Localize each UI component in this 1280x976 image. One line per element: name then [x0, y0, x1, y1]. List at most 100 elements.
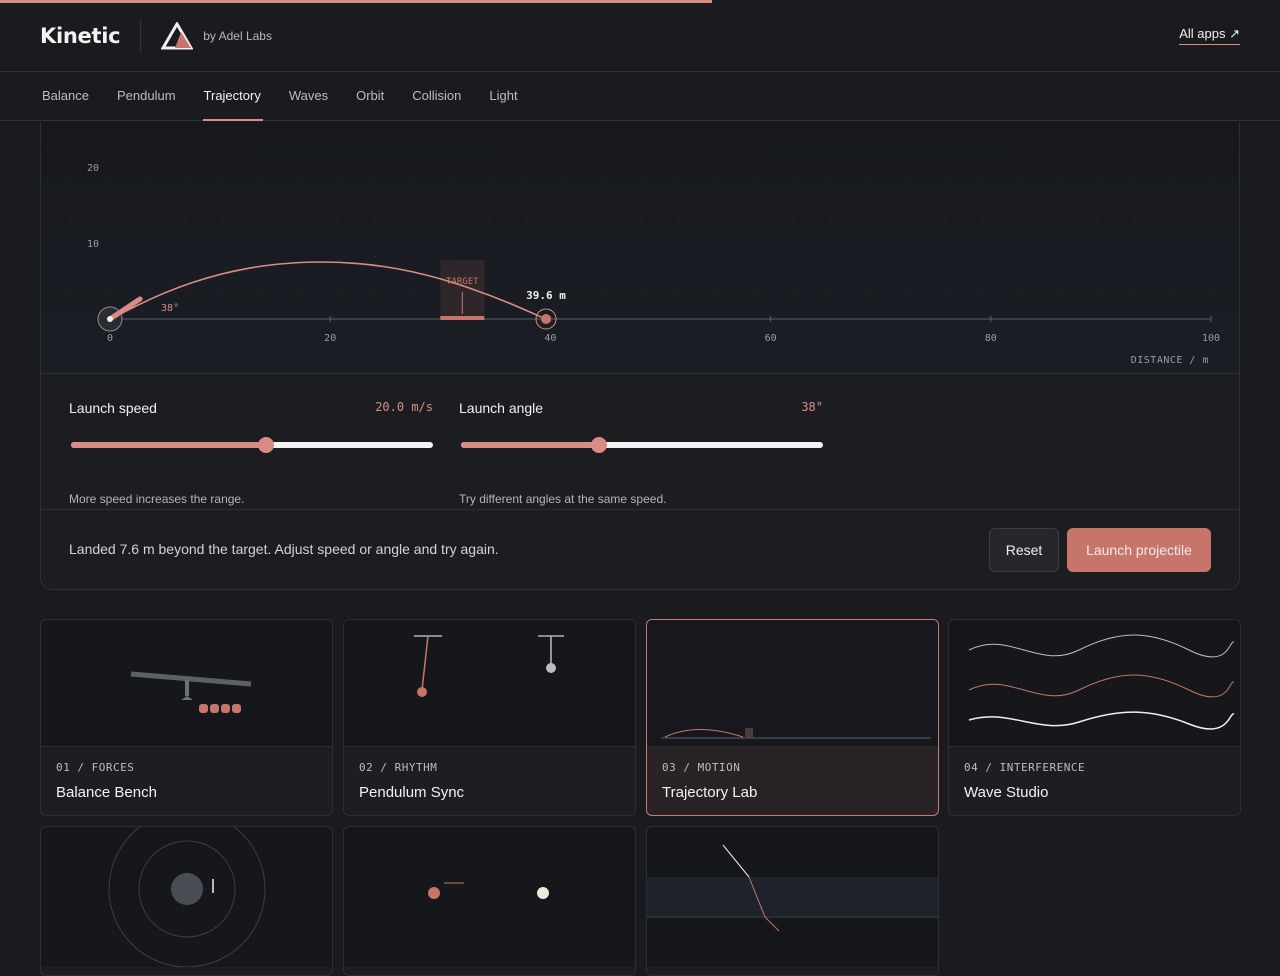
- app-card-trajectory-lab[interactable]: 03 / MOTION Trajectory Lab: [646, 619, 939, 816]
- app-card-wave-studio[interactable]: 04 / INTERFERENCE Wave Studio: [948, 619, 1241, 816]
- grid-dot: [716, 141, 718, 143]
- app-card-pendulum-sync[interactable]: 02 / RHYTHM Pendulum Sync: [343, 619, 636, 816]
- launch-projectile-button[interactable]: Launch projectile: [1067, 528, 1211, 572]
- grid-dot: [716, 293, 718, 295]
- tab-pendulum[interactable]: Pendulum: [117, 73, 176, 121]
- y-tick-label: 20: [87, 163, 99, 174]
- grid-dot: [678, 141, 680, 143]
- grid-dot: [640, 217, 642, 219]
- grid-dot: [146, 255, 148, 257]
- tab-balance[interactable]: Balance: [42, 73, 89, 121]
- reset-button[interactable]: Reset: [989, 528, 1059, 572]
- grid-dot: [260, 141, 262, 143]
- grid-dot: [374, 255, 376, 257]
- grid-dot: [70, 141, 72, 143]
- grid-dot: [108, 293, 110, 295]
- speed-value: 20.0 m/s: [375, 400, 433, 414]
- grid-dot: [754, 331, 756, 333]
- grid-dot: [70, 331, 72, 333]
- angle-value: 38°: [801, 400, 823, 414]
- app-meta: 03 / MOTION: [662, 761, 741, 774]
- tab-light[interactable]: Light: [489, 73, 517, 121]
- grid-dot: [412, 293, 414, 295]
- grid-dot: [716, 331, 718, 333]
- grid-dot: [1172, 141, 1174, 143]
- grid-dot: [1210, 255, 1212, 257]
- tab-waves[interactable]: Waves: [289, 73, 328, 121]
- grid-dot: [184, 179, 186, 181]
- grid-dot: [602, 293, 604, 295]
- grid-dot: [1058, 255, 1060, 257]
- grid-dot: [260, 255, 262, 257]
- grid-dot: [678, 255, 680, 257]
- grid-dot: [374, 293, 376, 295]
- app-title: Balance Bench: [56, 784, 157, 801]
- grid-dot: [374, 217, 376, 219]
- grid-dot: [298, 255, 300, 257]
- angle-slider[interactable]: [461, 437, 823, 453]
- x-axis-label: DISTANCE / m: [1131, 355, 1209, 366]
- app-card-light-preview[interactable]: [646, 826, 939, 976]
- grid-dot: [564, 331, 566, 333]
- grid-dot: [906, 141, 908, 143]
- grid-dot: [1020, 255, 1022, 257]
- grid-dot: [146, 331, 148, 333]
- tab-trajectory[interactable]: Trajectory: [202, 73, 264, 121]
- grid-dot: [298, 141, 300, 143]
- brand-logo[interactable]: Kinetic: [40, 24, 121, 48]
- grid-dot: [906, 293, 908, 295]
- grid-dot: [336, 293, 338, 295]
- grid-dot: [944, 331, 946, 333]
- trajectory-lab-preview: [647, 620, 938, 747]
- app-meta: 02 / RHYTHM: [359, 761, 438, 774]
- all-apps-link[interactable]: All apps ↗: [1179, 26, 1240, 45]
- grid-dot: [374, 331, 376, 333]
- landing-distance-label: 39.6 m: [526, 289, 566, 302]
- app-title: Pendulum Sync: [359, 784, 465, 801]
- grid-dot: [792, 293, 794, 295]
- grid-dot: [868, 331, 870, 333]
- speed-slider-thumb[interactable]: [258, 437, 275, 453]
- app-card-orbit-preview[interactable]: [40, 826, 333, 976]
- app-title: Wave Studio: [964, 784, 1049, 801]
- grid-dot: [1096, 141, 1098, 143]
- app-card-balance-bench[interactable]: 01 / FORCES Balance Bench: [40, 619, 333, 816]
- grid-dot: [70, 179, 72, 181]
- grid-dot: [830, 217, 832, 219]
- tab-orbit[interactable]: Orbit: [356, 73, 384, 121]
- grid-dot: [1020, 141, 1022, 143]
- grid-dot: [184, 217, 186, 219]
- tab-collision[interactable]: Collision: [412, 73, 461, 121]
- grid-dot: [830, 141, 832, 143]
- app-card-collision-preview[interactable]: [343, 826, 636, 976]
- grid-dot: [298, 179, 300, 181]
- grid-dot: [1134, 217, 1136, 219]
- grid-dot: [982, 179, 984, 181]
- grid-dot: [830, 179, 832, 181]
- grid-dot: [868, 255, 870, 257]
- grid-dot: [640, 255, 642, 257]
- grid-dot: [1134, 179, 1136, 181]
- grid-dot: [640, 331, 642, 333]
- grid-dot: [108, 217, 110, 219]
- grid-dot: [222, 179, 224, 181]
- app-header: Kinetic by Adel Labs All apps ↗: [0, 0, 1280, 72]
- app-title: Trajectory Lab: [662, 784, 758, 801]
- grid-dot: [412, 331, 414, 333]
- grid-dot: [336, 255, 338, 257]
- grid-dot: [754, 179, 756, 181]
- grid-dot: [602, 331, 604, 333]
- grid-dot: [526, 141, 528, 143]
- speed-slider[interactable]: [71, 437, 433, 453]
- angle-slider-thumb[interactable]: [590, 437, 607, 453]
- grid-dot: [678, 293, 680, 295]
- grid-dot: [754, 217, 756, 219]
- grid-dot: [146, 179, 148, 181]
- grid-dot: [526, 217, 528, 219]
- result-message: Landed 7.6 m beyond the target. Adjust s…: [69, 541, 499, 557]
- result-row: Landed 7.6 m beyond the target. Adjust s…: [41, 511, 1239, 589]
- launcher-pivot: [107, 316, 113, 322]
- trajectory-chart: 0 20 40 60 80 1001020DISTANCE / mTARGET38°39.…: [70, 141, 1220, 366]
- grid-dot: [146, 217, 148, 219]
- grid-dot: [70, 293, 72, 295]
